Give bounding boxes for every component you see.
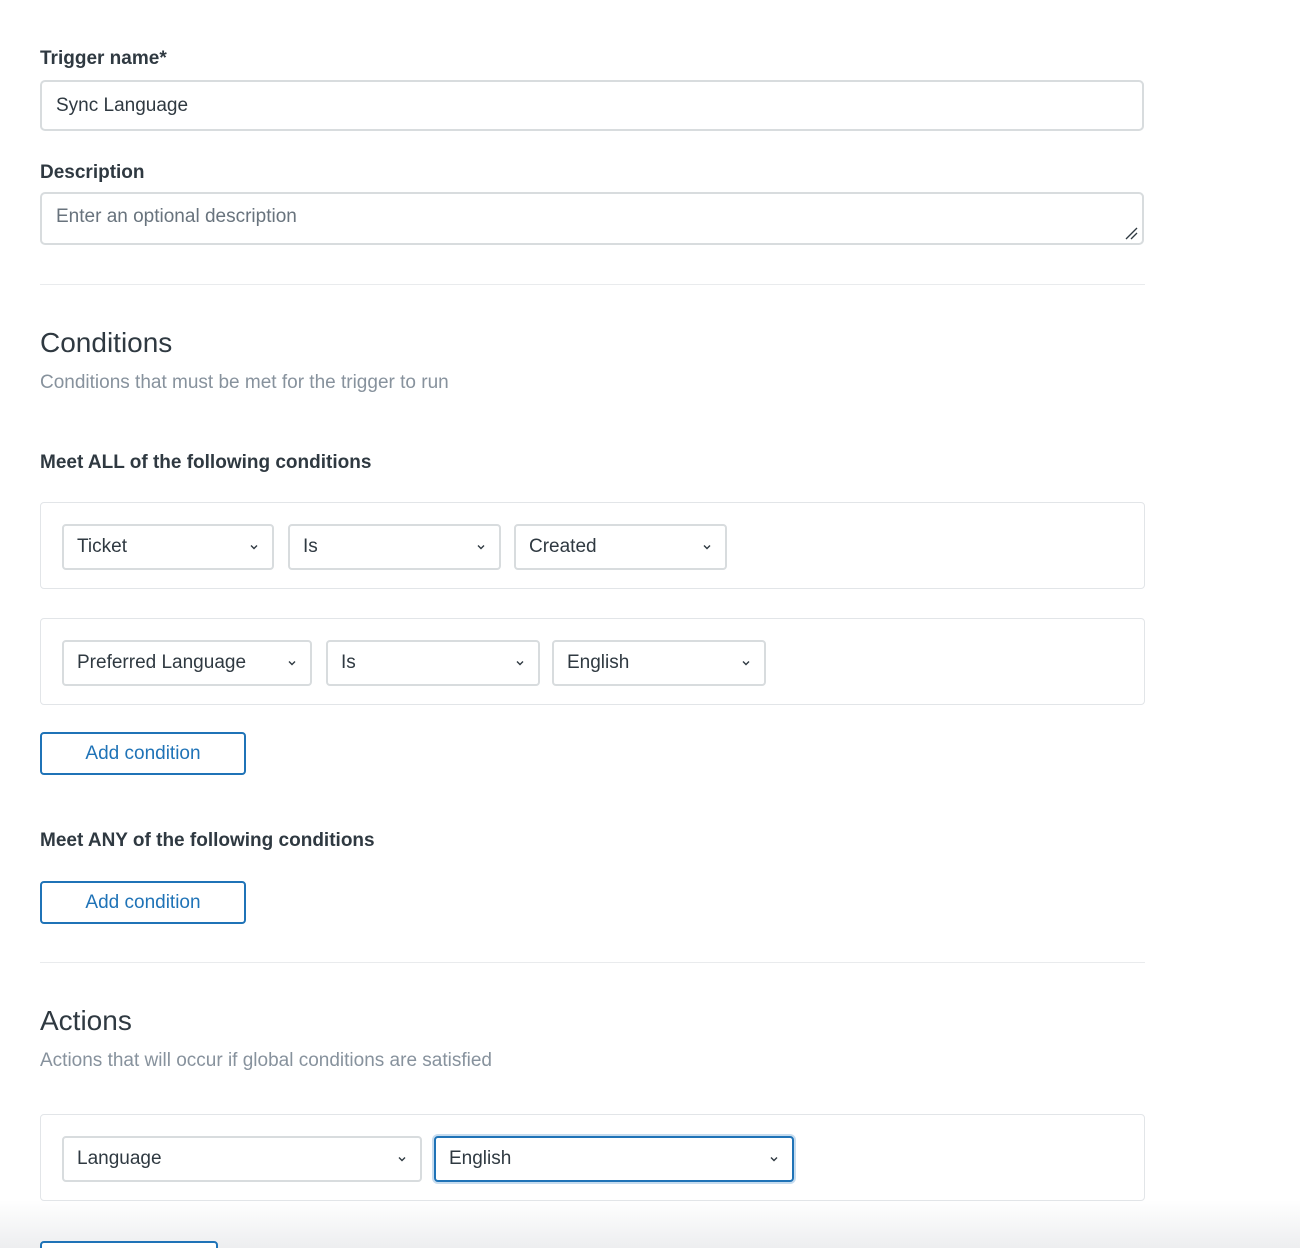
select-value: English bbox=[449, 1148, 512, 1169]
chevron-down-icon bbox=[288, 661, 296, 666]
chevron-down-icon bbox=[250, 545, 258, 550]
select-value: Preferred Language bbox=[77, 652, 247, 673]
action-field-select[interactable]: Language bbox=[62, 1136, 422, 1182]
select-value: Is bbox=[303, 536, 318, 557]
select-value: Ticket bbox=[77, 536, 127, 557]
select-value: Created bbox=[529, 536, 597, 557]
conditions-title: Conditions bbox=[40, 327, 173, 358]
condition-row: Preferred Language Is English bbox=[40, 618, 1145, 705]
action-value-select[interactable]: English bbox=[434, 1136, 794, 1182]
description-placeholder: Enter an optional description bbox=[56, 206, 297, 227]
trigger-name-label: Trigger name* bbox=[40, 48, 167, 69]
actions-subtitle: Actions that will occur if global condit… bbox=[40, 1050, 493, 1071]
select-value: Is bbox=[341, 652, 356, 673]
description-label: Description bbox=[40, 162, 145, 183]
chevron-down-icon bbox=[398, 1157, 406, 1162]
condition-operator-select[interactable]: Is bbox=[288, 524, 501, 570]
condition-row: Ticket Is Created bbox=[40, 502, 1145, 589]
resize-grip-icon[interactable] bbox=[1124, 226, 1138, 240]
chevron-down-icon bbox=[703, 545, 711, 550]
description-textarea[interactable]: Enter an optional description bbox=[40, 192, 1144, 245]
chevron-down-icon bbox=[477, 545, 485, 550]
condition-value-select[interactable]: Created bbox=[514, 524, 727, 570]
conditions-subtitle: Conditions that must be met for the trig… bbox=[40, 372, 449, 393]
trigger-editor-page: Trigger name* Sync Language Description … bbox=[0, 0, 1300, 1248]
condition-operator-select[interactable]: Is bbox=[326, 640, 540, 686]
condition-field-select[interactable]: Preferred Language bbox=[62, 640, 312, 686]
section-divider bbox=[40, 284, 1145, 285]
add-all-condition-button[interactable]: Add condition bbox=[40, 732, 246, 775]
chevron-down-icon bbox=[742, 661, 750, 666]
chevron-down-icon bbox=[770, 1157, 778, 1162]
actions-title: Actions bbox=[40, 1005, 132, 1036]
section-divider bbox=[40, 962, 1145, 963]
add-action-button[interactable] bbox=[40, 1241, 218, 1248]
select-value: Language bbox=[77, 1148, 162, 1169]
condition-field-select[interactable]: Ticket bbox=[62, 524, 274, 570]
condition-value-select[interactable]: English bbox=[552, 640, 766, 686]
trigger-name-input[interactable]: Sync Language bbox=[40, 80, 1144, 131]
add-any-condition-button[interactable]: Add condition bbox=[40, 881, 246, 924]
chevron-down-icon bbox=[516, 661, 524, 666]
all-conditions-label: Meet ALL of the following conditions bbox=[40, 452, 372, 473]
select-value: English bbox=[567, 652, 630, 673]
action-row: Language English bbox=[40, 1114, 1145, 1201]
any-conditions-label: Meet ANY of the following conditions bbox=[40, 830, 375, 851]
